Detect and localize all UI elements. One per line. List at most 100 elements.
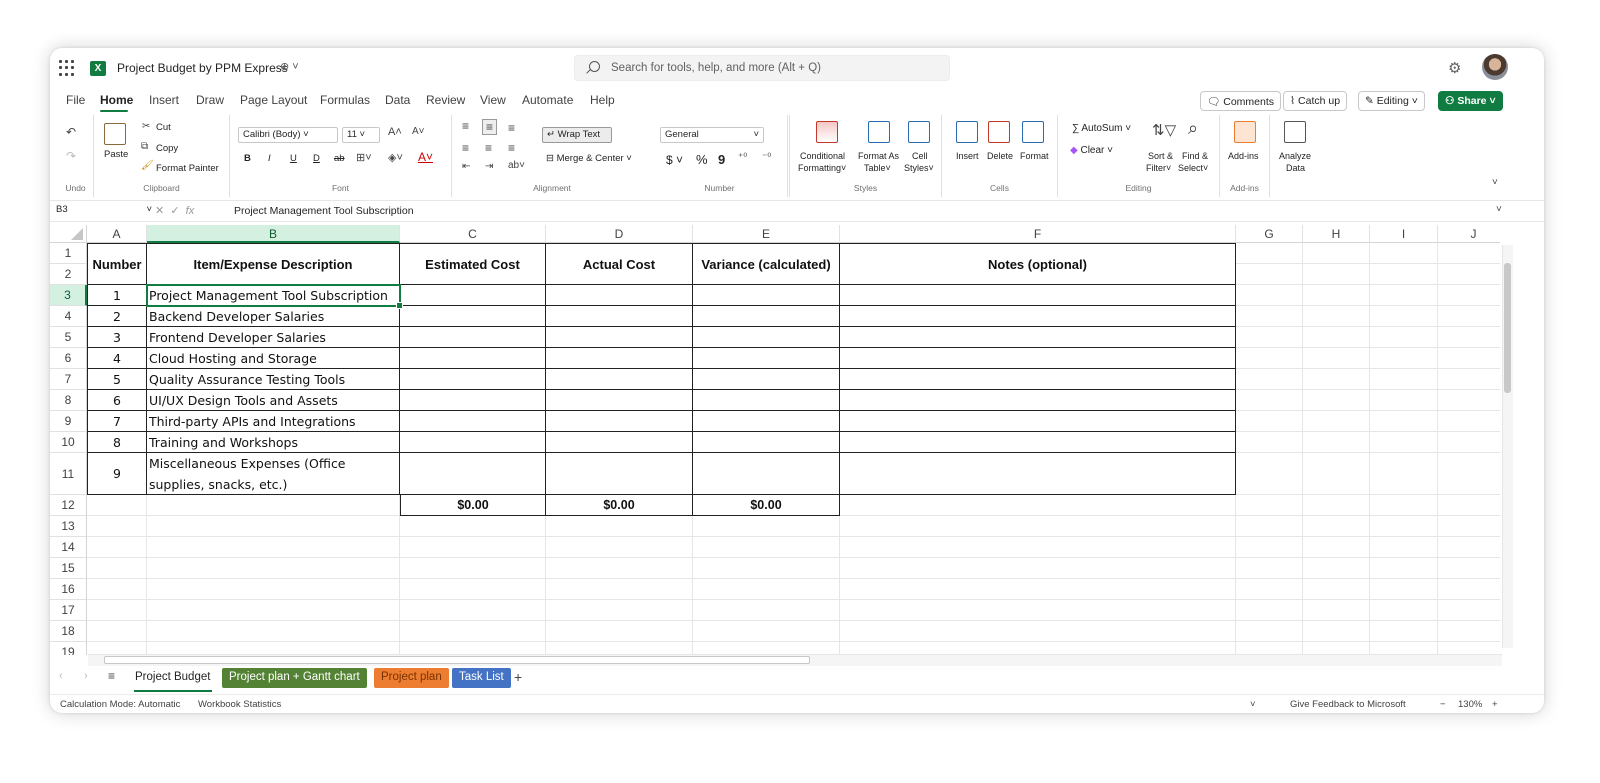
row-header-2[interactable]: 2 — [50, 264, 87, 285]
cell[interactable] — [400, 621, 546, 642]
row-header-10[interactable]: 10 — [50, 432, 87, 453]
currency-button[interactable]: $ ˅ — [666, 153, 683, 167]
menu-insert[interactable]: Insert — [149, 93, 179, 107]
cell[interactable] — [87, 621, 147, 642]
cell[interactable] — [1236, 432, 1303, 453]
cell[interactable] — [1438, 369, 1500, 390]
value-cell[interactable] — [693, 390, 840, 411]
column-header-i[interactable]: I — [1370, 225, 1438, 243]
decrease-font-icon[interactable]: A˅ — [412, 126, 425, 137]
prev-sheet-icon[interactable]: ‹ — [59, 670, 63, 682]
strikethrough-button[interactable]: ab — [334, 153, 345, 164]
cell[interactable] — [1303, 537, 1370, 558]
cell[interactable] — [1236, 369, 1303, 390]
cell[interactable] — [1438, 600, 1500, 621]
paste-icon[interactable] — [104, 123, 126, 145]
item-number-cell[interactable]: 1 — [87, 285, 147, 306]
cell[interactable] — [1370, 390, 1438, 411]
row-header-12[interactable]: 12 — [50, 495, 87, 516]
sort-filter-icon[interactable]: ⇅▽ — [1152, 121, 1176, 139]
cell-styles-icon[interactable] — [908, 121, 930, 143]
cell[interactable] — [546, 516, 693, 537]
item-number-cell[interactable]: 2 — [87, 306, 147, 327]
double-underline-button[interactable]: D — [313, 153, 320, 164]
cell[interactable] — [1236, 453, 1303, 495]
value-cell[interactable] — [546, 453, 693, 495]
column-header-c[interactable]: C — [400, 225, 546, 243]
cell[interactable] — [147, 621, 400, 642]
value-cell[interactable] — [546, 306, 693, 327]
value-cell[interactable] — [840, 369, 1236, 390]
column-header-g[interactable]: G — [1236, 225, 1303, 243]
cell[interactable] — [1236, 537, 1303, 558]
item-description-cell[interactable]: UI/UX Design Tools and Assets — [147, 390, 400, 411]
row-header-1[interactable]: 1 — [50, 243, 87, 264]
font-size-select[interactable]: 11 ˅ — [342, 127, 380, 143]
format-painter-button[interactable]: Format Painter — [156, 163, 219, 174]
cell[interactable] — [546, 579, 693, 600]
cell[interactable] — [693, 516, 840, 537]
cell[interactable] — [87, 516, 147, 537]
increase-indent-icon[interactable]: ⇥ — [485, 161, 493, 172]
cell[interactable] — [147, 516, 400, 537]
cell-styles-button[interactable]: Cell — [912, 151, 928, 161]
cell[interactable] — [1370, 579, 1438, 600]
conditional-formatting-dropdown[interactable]: Formatting˅ — [798, 163, 846, 173]
cell[interactable] — [1236, 411, 1303, 432]
cell[interactable] — [546, 537, 693, 558]
copy-button[interactable]: Copy — [156, 143, 178, 154]
cell[interactable] — [147, 558, 400, 579]
cell[interactable] — [1236, 285, 1303, 306]
cell[interactable] — [1370, 285, 1438, 306]
cell[interactable] — [693, 537, 840, 558]
item-number-cell[interactable]: 9 — [87, 453, 147, 495]
cell[interactable] — [840, 537, 1236, 558]
comma-style-button[interactable]: 9 — [718, 152, 725, 167]
add-ins-icon[interactable] — [1234, 121, 1256, 143]
row-header-11[interactable]: 11 — [50, 453, 87, 495]
menu-draw[interactable]: Draw — [196, 93, 224, 107]
formula-cancel-confirm-icons[interactable]: ✕ ✓ fx — [155, 204, 194, 217]
value-cell[interactable] — [693, 369, 840, 390]
all-sheets-icon[interactable]: ≡ — [108, 669, 115, 683]
cell[interactable] — [1370, 411, 1438, 432]
cut-button[interactable]: Cut — [156, 122, 171, 133]
menu-view[interactable]: View — [480, 93, 506, 107]
menu-page-layout[interactable]: Page Layout — [240, 93, 307, 107]
value-cell[interactable] — [400, 327, 546, 348]
analyze-data-icon[interactable] — [1284, 121, 1306, 143]
cell[interactable] — [1303, 495, 1370, 516]
value-cell[interactable] — [693, 432, 840, 453]
item-description-cell[interactable]: Third-party APIs and Integrations — [147, 411, 400, 432]
cell[interactable] — [1303, 516, 1370, 537]
cell[interactable] — [1370, 369, 1438, 390]
cell[interactable] — [1303, 558, 1370, 579]
item-number-cell[interactable]: 4 — [87, 348, 147, 369]
cell[interactable] — [1438, 306, 1500, 327]
cell[interactable] — [1438, 285, 1500, 306]
value-cell[interactable] — [840, 432, 1236, 453]
increase-font-icon[interactable]: A˄ — [388, 126, 402, 138]
cell[interactable] — [1370, 264, 1438, 285]
value-cell[interactable] — [400, 390, 546, 411]
editing-mode-button[interactable]: ✎ Editing ˅ — [1358, 91, 1425, 111]
item-number-cell[interactable]: 7 — [87, 411, 147, 432]
cell[interactable] — [147, 600, 400, 621]
percent-button[interactable]: % — [696, 152, 708, 167]
collapse-ribbon-icon[interactable]: ˅ — [1492, 177, 1498, 188]
cell[interactable] — [1370, 327, 1438, 348]
value-cell[interactable] — [546, 432, 693, 453]
settings-gear-icon[interactable]: ⚙ — [1448, 59, 1461, 77]
catch-up-button[interactable]: ⌇ Catch up — [1283, 91, 1348, 111]
cell[interactable] — [1438, 327, 1500, 348]
cell[interactable] — [1236, 327, 1303, 348]
item-description-cell[interactable]: Quality Assurance Testing Tools — [147, 369, 400, 390]
cell[interactable] — [1438, 411, 1500, 432]
menu-help[interactable]: Help — [590, 93, 615, 107]
value-cell[interactable] — [840, 390, 1236, 411]
row-header-19[interactable]: 19 — [50, 642, 87, 655]
column-header-h[interactable]: H — [1303, 225, 1370, 243]
item-description-cell[interactable]: Training and Workshops — [147, 432, 400, 453]
format-cells-button[interactable]: Format — [1020, 151, 1049, 161]
row-header-14[interactable]: 14 — [50, 537, 87, 558]
